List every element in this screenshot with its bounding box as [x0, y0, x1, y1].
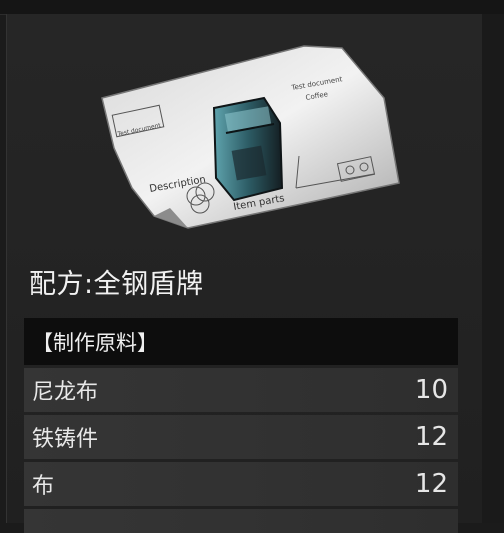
- blueprint-icon: Description Item parts Test document Cof…: [101, 45, 400, 229]
- material-quantity: 12: [414, 469, 448, 499]
- materials-header: 【制作原料】: [24, 318, 458, 365]
- material-name: 铁铸件: [32, 427, 99, 452]
- material-quantity: 12: [414, 422, 448, 452]
- material-name: 尼龙布: [32, 380, 99, 405]
- top-strip: [0, 0, 504, 15]
- material-row: 尼龙布 10: [24, 368, 458, 412]
- panel-edge: [482, 14, 504, 523]
- material-row-partial: [24, 509, 458, 533]
- material-quantity: 10: [414, 375, 448, 405]
- recipe-title: 配方:全钢盾牌: [29, 269, 204, 300]
- material-row: 铁铸件 12: [24, 415, 458, 459]
- material-name: 布: [32, 474, 55, 499]
- materials-table: 【制作原料】 尼龙布 10 铁铸件 12 布 12: [24, 318, 458, 533]
- material-row: 布 12: [24, 462, 458, 506]
